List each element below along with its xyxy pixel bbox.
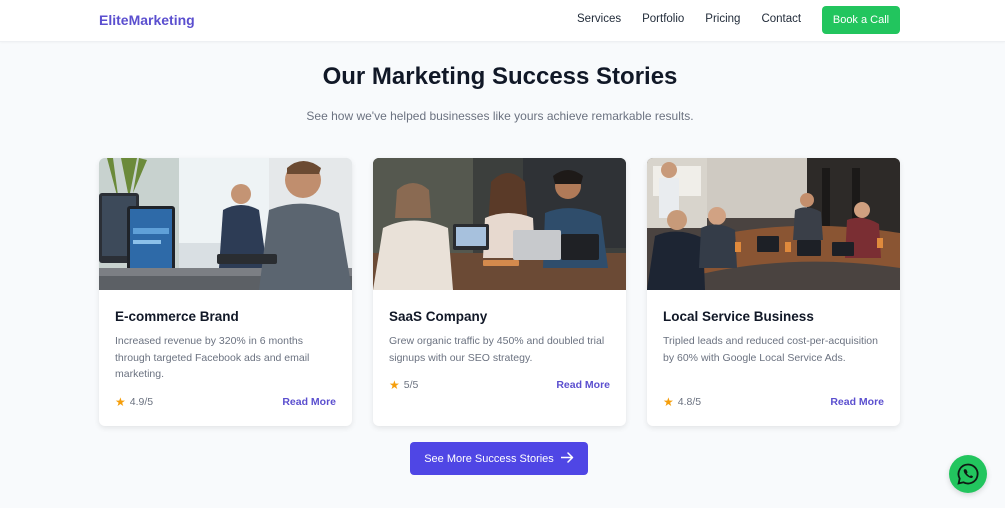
card-body: Local Service Business Tripled leads and… <box>647 290 900 366</box>
rating: ★ 4.9/5 <box>115 395 153 409</box>
see-more-label: See More Success Stories <box>424 452 554 465</box>
case-study-card: E-commerce Brand Increased revenue by 32… <box>99 158 352 426</box>
rating-value: 4.9/5 <box>129 396 154 408</box>
read-more-link[interactable]: Read More <box>830 396 884 408</box>
card-footer: ★ 4.9/5 Read More <box>115 395 336 409</box>
ecommerce-office-image <box>99 158 352 290</box>
nav-links: Services Portfolio Pricing Contact <box>577 13 822 25</box>
page-subtitle: See how we've helped businesses like you… <box>306 109 694 123</box>
card-title: SaaS Company <box>389 309 488 324</box>
rating-value: 4.8/5 <box>677 396 702 408</box>
card-title: Local Service Business <box>663 309 814 324</box>
star-icon: ★ <box>115 395 126 409</box>
navbar: EliteMarketing Services Portfolio Pricin… <box>0 0 1005 42</box>
card-description: Grew organic traffic by 450% and doubled… <box>389 335 605 364</box>
saas-team-image <box>373 158 626 290</box>
case-study-card: SaaS Company Grew organic traffic by 450… <box>373 158 626 426</box>
read-more-link[interactable]: Read More <box>282 396 336 408</box>
card-footer: ★ 5/5 Read More <box>389 378 610 392</box>
nav-link-portfolio[interactable]: Portfolio <box>642 13 684 25</box>
case-study-card: Local Service Business Tripled leads and… <box>647 158 900 426</box>
arrow-right-icon <box>560 451 574 466</box>
brand-logo[interactable]: EliteMarketing <box>99 12 195 28</box>
local-business-meeting-image <box>647 158 900 290</box>
rating: ★ 4.8/5 <box>663 395 701 409</box>
rating-value: 5/5 <box>403 379 419 391</box>
rating: ★ 5/5 <box>389 378 418 392</box>
card-description: Increased revenue by 320% in 6 months th… <box>115 335 310 380</box>
read-more-link[interactable]: Read More <box>556 379 610 391</box>
whatsapp-icon[interactable] <box>949 455 987 493</box>
star-icon: ★ <box>663 395 674 409</box>
star-icon: ★ <box>389 378 400 392</box>
card-title: E-commerce Brand <box>115 309 239 324</box>
card-body: E-commerce Brand Increased revenue by 32… <box>99 290 352 383</box>
nav-link-contact[interactable]: Contact <box>761 13 801 25</box>
nav-link-services[interactable]: Services <box>577 13 621 25</box>
book-call-button[interactable]: Book a Call <box>822 6 900 34</box>
card-footer: ★ 4.8/5 Read More <box>663 395 884 409</box>
card-description: Tripled leads and reduced cost-per-acqui… <box>663 335 878 364</box>
page-title: Our Marketing Success Stories <box>322 63 678 90</box>
see-more-stories-button[interactable]: See More Success Stories <box>410 442 588 475</box>
card-body: SaaS Company Grew organic traffic by 450… <box>373 290 626 366</box>
nav-link-pricing[interactable]: Pricing <box>705 13 740 25</box>
